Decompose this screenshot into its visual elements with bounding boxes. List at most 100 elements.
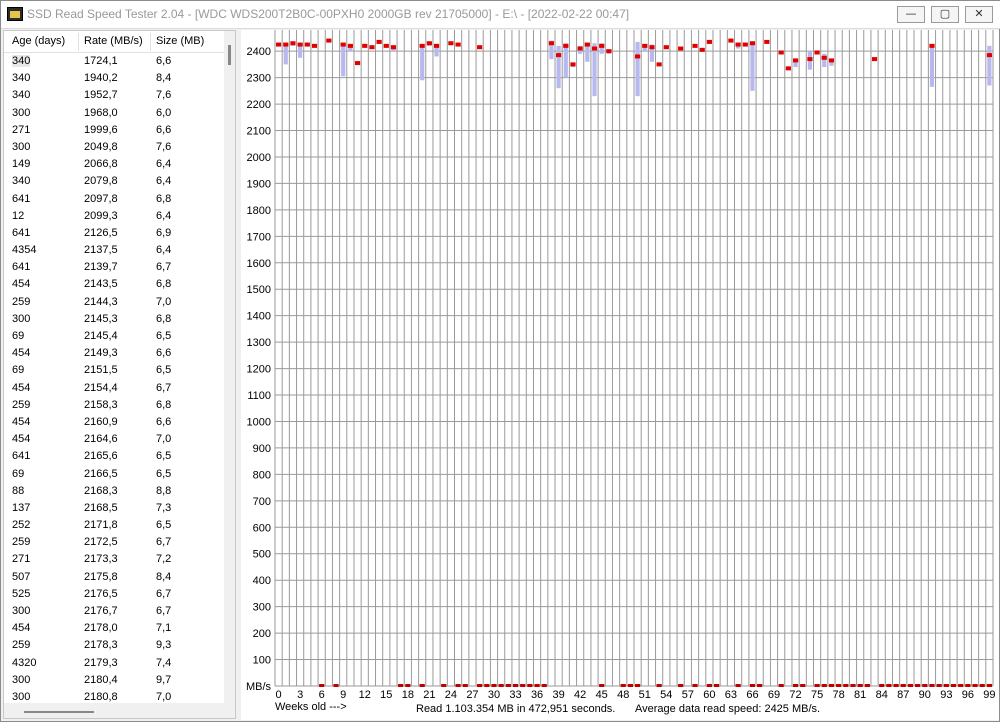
no-data-marker xyxy=(627,684,633,687)
y-tick-label: 1600 xyxy=(247,258,271,270)
table-row[interactable]: 454 2149,3 6,6 xyxy=(4,345,224,362)
table-row[interactable]: 4354 2137,5 6,4 xyxy=(4,242,224,259)
table-row[interactable]: 641 2165,6 6,5 xyxy=(4,448,224,465)
table-row[interactable]: 271 1999,6 6,6 xyxy=(4,122,224,139)
table-row[interactable]: 340 2079,8 6,4 xyxy=(4,173,224,190)
no-data-marker xyxy=(333,684,339,687)
no-data-marker xyxy=(965,684,971,687)
scroll-thumb[interactable] xyxy=(228,45,231,65)
average-speed-marker xyxy=(340,42,346,47)
average-speed-marker xyxy=(814,50,820,55)
table-row[interactable]: 340 1952,7 7,6 xyxy=(4,87,224,104)
table-row[interactable]: 454 2160,9 6,6 xyxy=(4,414,224,431)
x-tick-label: 93 xyxy=(940,689,952,701)
table-row[interactable]: 641 2126,5 6,9 xyxy=(4,225,224,242)
average-speed-marker xyxy=(326,38,332,43)
scroll-thumb[interactable] xyxy=(24,711,94,713)
no-data-marker xyxy=(527,684,533,687)
size-cell: 6,5 xyxy=(156,467,172,480)
size-cell: 6,8 xyxy=(156,278,172,291)
average-speed-marker xyxy=(556,53,562,58)
table-row[interactable]: 300 2176,7 6,7 xyxy=(4,603,224,620)
size-cell: 7,1 xyxy=(156,622,172,635)
table-row[interactable]: 12 2099,3 6,4 xyxy=(4,208,224,225)
speed-range-bar xyxy=(341,43,346,77)
table-row[interactable]: 300 2049,8 7,6 xyxy=(4,139,224,156)
table-row[interactable]: 454 2178,0 7,1 xyxy=(4,620,224,637)
age-cell: 69 xyxy=(12,467,25,480)
rate-cell: 2173,3 xyxy=(84,553,118,566)
table-row[interactable]: 525 2176,5 6,7 xyxy=(4,586,224,603)
table-row[interactable]: 340 1724,1 6,6 xyxy=(4,53,224,70)
x-tick-label: 57 xyxy=(682,689,694,701)
table-row[interactable]: 300 1968,0 6,0 xyxy=(4,105,224,122)
column-header-size[interactable]: Size (MB) xyxy=(156,35,204,47)
table-row[interactable]: 137 2168,5 7,3 xyxy=(4,500,224,517)
size-cell: 7,0 xyxy=(156,690,172,703)
no-data-marker xyxy=(599,684,605,687)
window-title: SSD Read Speed Tester 2.04 - [WDC WDS200… xyxy=(27,7,630,21)
rate-cell: 2049,8 xyxy=(84,140,118,153)
age-cell: 340 xyxy=(12,175,31,188)
table-row[interactable]: 340 1940,2 8,4 xyxy=(4,70,224,87)
x-tick-label: 36 xyxy=(531,689,543,701)
average-speed-marker xyxy=(692,43,698,48)
table-row[interactable]: 69 2145,4 6,5 xyxy=(4,328,224,345)
average-speed-marker xyxy=(792,58,799,63)
table-row[interactable]: 69 2151,5 6,5 xyxy=(4,362,224,379)
vertical-scrollbar[interactable] xyxy=(224,31,235,703)
x-tick-label: 30 xyxy=(488,689,500,701)
table-row[interactable]: 69 2166,5 6,5 xyxy=(4,466,224,483)
column-header-age[interactable]: Age (days) xyxy=(12,35,65,47)
table-row[interactable]: 300 2180,4 9,7 xyxy=(4,672,224,689)
no-data-marker xyxy=(792,684,799,687)
column-divider[interactable] xyxy=(78,33,79,51)
table-row[interactable]: 300 2145,3 6,8 xyxy=(4,311,224,328)
average-speed-marker xyxy=(871,57,878,62)
size-cell: 6,9 xyxy=(156,226,172,239)
average-speed-marker xyxy=(276,42,282,47)
table-row[interactable]: 454 2164,6 7,0 xyxy=(4,431,224,448)
y-tick-label: 1100 xyxy=(247,390,271,402)
y-tick-label: 2200 xyxy=(247,99,271,111)
table-row[interactable]: 259 2178,3 9,3 xyxy=(4,637,224,654)
table-row[interactable]: 641 2139,7 6,7 xyxy=(4,259,224,276)
table-row[interactable]: 454 2154,4 6,7 xyxy=(4,380,224,397)
results-list[interactable]: Age (days) Rate (MB/s) Size (MB) 340 1724… xyxy=(3,30,236,719)
table-row[interactable]: 259 2158,3 6,8 xyxy=(4,397,224,414)
x-tick-label: 48 xyxy=(617,689,629,701)
table-row[interactable]: 4320 2179,3 7,4 xyxy=(4,655,224,672)
column-divider[interactable] xyxy=(150,33,151,51)
horizontal-scrollbar[interactable] xyxy=(4,703,235,718)
minimize-button[interactable]: — xyxy=(897,6,925,23)
table-row[interactable]: 252 2171,8 6,5 xyxy=(4,517,224,534)
x-tick-label: 42 xyxy=(574,689,586,701)
table-row[interactable]: 454 2143,5 6,8 xyxy=(4,276,224,293)
table-row[interactable]: 88 2168,3 8,8 xyxy=(4,483,224,500)
rate-cell: 2154,4 xyxy=(84,381,118,394)
average-speed-marker xyxy=(419,43,425,48)
x-tick-label: 54 xyxy=(660,689,672,701)
column-header-rate[interactable]: Rate (MB/s) xyxy=(84,35,143,47)
table-row[interactable]: 259 2172,5 6,7 xyxy=(4,534,224,551)
table-row[interactable]: 259 2144,3 7,0 xyxy=(4,294,224,311)
age-cell: 507 xyxy=(12,570,31,583)
no-data-marker xyxy=(319,684,325,687)
table-row[interactable]: 149 2066,8 6,4 xyxy=(4,156,224,173)
y-tick-label: 400 xyxy=(253,575,271,587)
rate-cell: 2160,9 xyxy=(84,415,118,428)
close-button[interactable]: ✕ xyxy=(965,6,993,23)
table-row[interactable]: 507 2175,8 8,4 xyxy=(4,569,224,586)
x-tick-label: 9 xyxy=(340,689,346,701)
table-row[interactable]: 271 2173,3 7,2 xyxy=(4,551,224,568)
list-header: Age (days) Rate (MB/s) Size (MB) xyxy=(4,31,224,53)
no-data-marker xyxy=(886,684,892,687)
x-tick-label: 39 xyxy=(552,689,564,701)
no-data-marker xyxy=(814,684,820,687)
table-row[interactable]: 641 2097,8 6,8 xyxy=(4,191,224,208)
maximize-button[interactable]: ▢ xyxy=(931,6,959,23)
rate-cell: 2126,5 xyxy=(84,226,118,239)
rate-cell: 2143,5 xyxy=(84,278,118,291)
age-cell: 259 xyxy=(12,295,31,308)
size-cell: 6,0 xyxy=(156,106,172,119)
